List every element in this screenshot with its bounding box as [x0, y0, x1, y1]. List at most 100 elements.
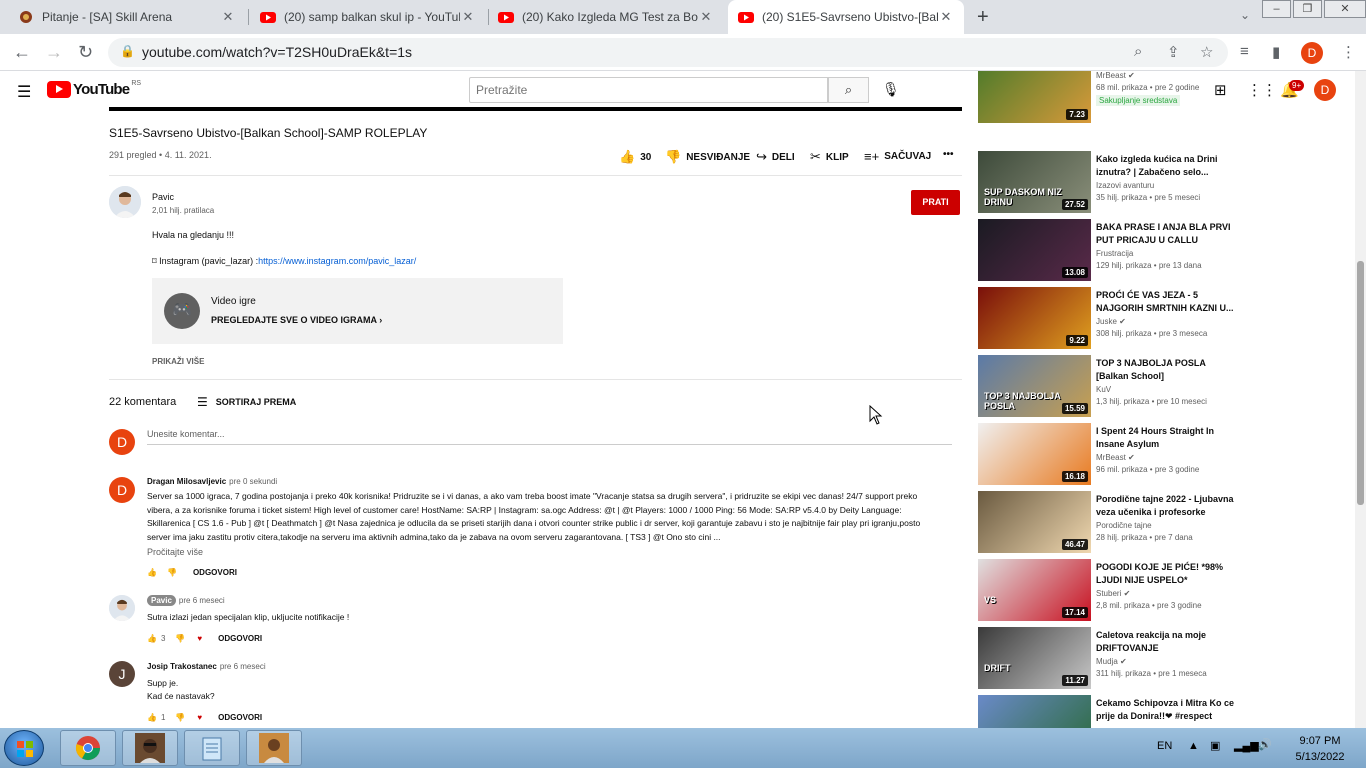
- windows-start-button[interactable]: [4, 730, 44, 766]
- side-panel-icon[interactable]: ▮: [1272, 43, 1280, 61]
- video-thumbnail[interactable]: 13.08: [978, 219, 1091, 281]
- video-thumbnail[interactable]: 9.22: [978, 287, 1091, 349]
- recommended-video-channel[interactable]: Juske ✔: [1096, 317, 1126, 326]
- volume-icon[interactable]: 🔊: [1258, 738, 1272, 751]
- save-button[interactable]: ≡+ SAČUVAJ: [864, 149, 931, 164]
- comment-avatar[interactable]: D: [109, 477, 135, 503]
- gta-sa-taskbar-button[interactable]: [122, 730, 178, 766]
- recommended-video-channel[interactable]: MrBeast ✔: [1096, 453, 1135, 462]
- reply-button[interactable]: ODGOVORI: [193, 568, 237, 577]
- channel-avatar[interactable]: [109, 186, 141, 218]
- microphone-icon[interactable]: 🎙: [882, 81, 900, 98]
- window-close-icon[interactable]: ✕: [1324, 0, 1366, 18]
- url-text[interactable]: youtube.com/watch?v=T2SH0uDraEk&t=1s: [142, 44, 412, 60]
- read-more-link[interactable]: Pročitajte više: [147, 547, 203, 557]
- samp-taskbar-button[interactable]: [246, 730, 302, 766]
- forward-icon[interactable]: →: [45, 42, 63, 63]
- recommended-video[interactable]: SUP DASKOM NIZ DRINU 27.52 Kako izgleda ku…: [978, 151, 1338, 213]
- thumbs-down-icon[interactable]: 👎: [167, 568, 177, 577]
- restore-icon[interactable]: ❐: [1293, 0, 1322, 18]
- language-indicator[interactable]: EN: [1157, 740, 1172, 752]
- recommended-video-title[interactable]: Cekamo Schipovza i Mitra Ko ce prije da …: [1096, 697, 1236, 723]
- search-button[interactable]: ⌕: [828, 77, 869, 103]
- video-thumbnail[interactable]: 46.47: [978, 491, 1091, 553]
- system-clock[interactable]: 9:07 PM 5/13/2022: [1286, 733, 1354, 765]
- recommended-video-title[interactable]: PROĆI ĆE VAS JEZA - 5 NAJGORIH SMRTNIH K…: [1096, 289, 1236, 315]
- reload-icon[interactable]: ↻: [78, 42, 93, 63]
- recommended-video-title[interactable]: I Spent 24 Hours Straight In Insane Asyl…: [1096, 425, 1236, 451]
- recommended-video-channel[interactable]: MrBeast ✔: [1096, 71, 1135, 80]
- comment-avatar[interactable]: J: [109, 661, 135, 687]
- comment-author[interactable]: Pavic pre 6 meseci: [147, 595, 225, 606]
- browser-tab-4-active[interactable]: (20) S1E5-Savrseno Ubistvo-[Balk ✕: [728, 0, 964, 34]
- channel-name[interactable]: Pavic: [152, 192, 174, 202]
- menu-icon[interactable]: ☰: [17, 82, 31, 102]
- recommended-video-channel[interactable]: KuV: [1096, 385, 1111, 394]
- back-icon[interactable]: ←: [13, 42, 31, 63]
- recommended-video-channel[interactable]: Porodične tajne: [1096, 521, 1152, 530]
- recommended-video[interactable]: DRIFT 11.27 Caletova reakcija na moje DRIF…: [978, 627, 1338, 689]
- reply-button[interactable]: ODGOVORI: [218, 713, 262, 722]
- bookmark-star-icon[interactable]: ☆: [1200, 43, 1213, 61]
- tab-search-chevron-icon[interactable]: ⌄: [1240, 8, 1250, 22]
- zoom-icon[interactable]: ⌕: [1134, 43, 1142, 60]
- close-tab-icon[interactable]: ✕: [460, 9, 476, 25]
- recommended-video[interactable]: 13.08 BAKA PRASE I ANJA BLA PRVI PUT PRIC…: [978, 219, 1338, 281]
- recommended-video[interactable]: 46.47 Porodične tajne 2022 - Ljubavna vez…: [978, 491, 1338, 553]
- network-signal-icon[interactable]: ▂▄▆: [1234, 739, 1259, 752]
- close-tab-icon[interactable]: ✕: [938, 9, 954, 25]
- recommended-video[interactable]: VS 17.14 POGODI KOJE JE PIĆE! *98% LJUDI N…: [978, 559, 1338, 621]
- reading-list-icon[interactable]: ≡: [1240, 43, 1249, 60]
- browser-tab-3[interactable]: (20) Kako Izgleda MG Test za Bolju ✕: [488, 0, 724, 34]
- video-thumbnail[interactable]: TOP 3 NAJBOLJA POSLA 15.59: [978, 355, 1091, 417]
- more-actions-button[interactable]: •••: [943, 149, 954, 160]
- recommended-video-title[interactable]: Caletova reakcija na moje DRIFTOVANJE: [1096, 629, 1236, 655]
- game-card-link[interactable]: PREGLEDAJTE SVE O VIDEO IGRAMA ›: [211, 315, 382, 325]
- show-hidden-icons-icon[interactable]: ▲: [1188, 740, 1199, 752]
- recommended-video-title[interactable]: Kako izgleda kućica na Drini iznutra? | …: [1096, 153, 1236, 179]
- device-icon[interactable]: ▣: [1210, 739, 1220, 752]
- video-thumbnail[interactable]: [978, 695, 1091, 728]
- new-tab-icon[interactable]: +: [977, 6, 989, 29]
- recommended-video[interactable]: TOP 3 NAJBOLJA POSLA 15.59 TOP 3 NAJBOLJA …: [978, 355, 1338, 417]
- subscribe-button[interactable]: PRATI: [911, 190, 960, 215]
- share-icon[interactable]: ⇪: [1167, 43, 1180, 61]
- video-thumbnail[interactable]: 16.18: [978, 423, 1091, 485]
- close-tab-icon[interactable]: ✕: [220, 9, 236, 25]
- thumbs-up-icon[interactable]: 👍: [147, 713, 157, 722]
- lock-icon[interactable]: 🔒: [120, 44, 135, 58]
- like-button[interactable]: 👍 30: [619, 149, 651, 165]
- address-bar[interactable]: 🔒 youtube.com/watch?v=T2SH0uDraEk&t=1s ⌕…: [108, 38, 1228, 67]
- thumbs-down-icon[interactable]: 👎: [175, 713, 185, 722]
- recommended-video-title[interactable]: Porodične tajne 2022 - Ljubavna veza uče…: [1096, 493, 1236, 519]
- recommended-video-title[interactable]: POGODI KOJE JE PIĆE! *98% LJUDI NIJE USP…: [1096, 561, 1236, 587]
- comment-author[interactable]: Josip Trakostanec pre 6 meseci: [147, 662, 266, 671]
- comment-avatar[interactable]: [109, 595, 135, 621]
- dislike-button[interactable]: 👎 NESVIĐANJE: [665, 149, 750, 165]
- comment-input[interactable]: Unesite komentar...: [147, 429, 225, 439]
- recommended-video[interactable]: 16.18 I Spent 24 Hours Straight In Insane…: [978, 423, 1338, 485]
- browser-tab-1[interactable]: Pitanje - [SA] Skill Arena ✕: [8, 0, 246, 34]
- comment-author[interactable]: Dragan Milosavljevic pre 0 sekundi: [147, 477, 277, 486]
- thumbs-up-icon[interactable]: 👍: [147, 634, 157, 643]
- close-tab-icon[interactable]: ✕: [698, 9, 714, 25]
- youtube-logo[interactable]: YouTube RS: [47, 80, 141, 98]
- recommended-video[interactable]: 9.22 PROĆI ĆE VAS JEZA - 5 NAJGORIH SMRTN…: [978, 287, 1338, 349]
- notepad-taskbar-button[interactable]: [184, 730, 240, 766]
- recommended-video[interactable]: 7.23 MrBeast ✔ 68 mil. prikaza • pre 2 god…: [978, 71, 1338, 123]
- clip-button[interactable]: ✂ KLIP: [810, 149, 849, 165]
- share-button[interactable]: ↪ DELI: [756, 149, 795, 165]
- recommended-video-channel[interactable]: Frustracija: [1096, 249, 1133, 258]
- video-player-bottom[interactable]: [109, 107, 962, 111]
- minimize-icon[interactable]: –: [1262, 0, 1291, 18]
- browser-tab-2[interactable]: (20) samp balkan skul ip - YouTube ✕: [250, 0, 486, 34]
- scrollbar-thumb[interactable]: [1357, 261, 1364, 505]
- instagram-link[interactable]: https://www.instagram.com/pavic_lazar/: [258, 256, 416, 266]
- sort-comments-button[interactable]: ☰ SORTIRAJ PREMA: [197, 395, 296, 409]
- reply-button[interactable]: ODGOVORI: [218, 634, 262, 643]
- search-input[interactable]: [469, 77, 828, 103]
- show-more-button[interactable]: PRIKAŽI VIŠE: [152, 357, 204, 366]
- chrome-taskbar-button[interactable]: [60, 730, 116, 766]
- recommended-video[interactable]: Cekamo Schipovza i Mitra Ko ce prije da …: [978, 695, 1338, 728]
- recommended-video-channel[interactable]: Stuberi ✔: [1096, 589, 1130, 598]
